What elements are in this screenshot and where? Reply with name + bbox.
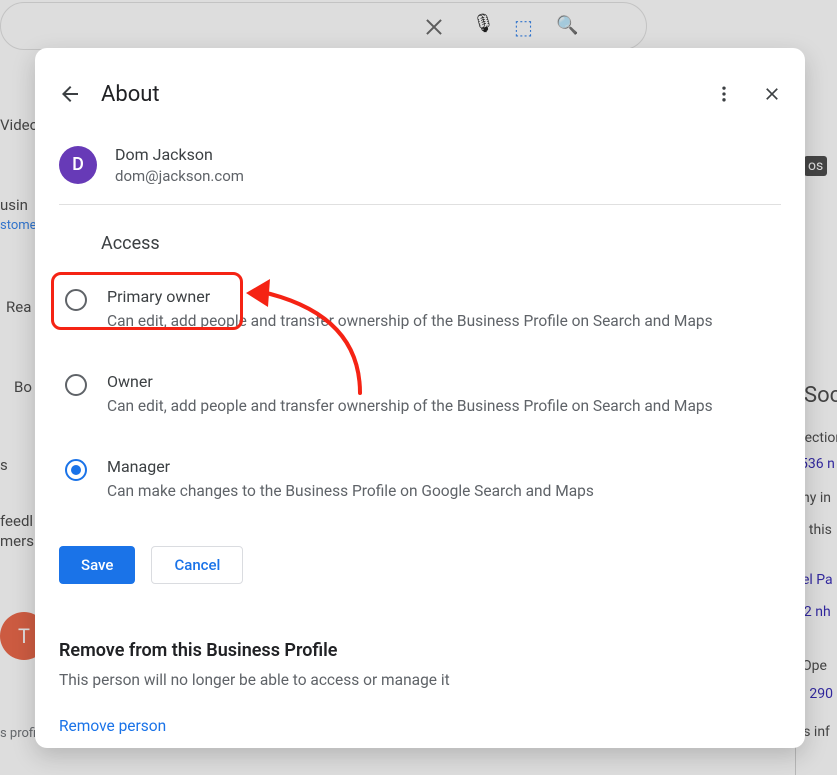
dialog-title: About — [101, 82, 160, 107]
access-option-manager[interactable]: Manager Can make changes to the Business… — [59, 432, 781, 517]
back-button[interactable] — [57, 81, 83, 107]
button-row: Save Cancel — [59, 516, 781, 584]
option-desc: Can make changes to the Business Profile… — [107, 480, 781, 502]
back-arrow-icon — [58, 82, 82, 106]
radio-primary-owner[interactable] — [65, 289, 87, 311]
close-icon — [762, 84, 782, 104]
user-row: D Dom Jackson dom@jackson.com — [59, 112, 781, 205]
save-button[interactable]: Save — [59, 546, 135, 584]
close-button[interactable] — [759, 81, 785, 107]
user-name: Dom Jackson — [115, 144, 244, 166]
option-desc: Can edit, add people and transfer owners… — [107, 310, 781, 332]
user-avatar: D — [59, 146, 97, 184]
access-option-primary-owner[interactable]: Primary owner Can edit, add people and t… — [59, 276, 781, 347]
remove-desc: This person will no longer be able to ac… — [59, 661, 781, 689]
remove-person-link[interactable]: Remove person — [59, 689, 166, 735]
option-title: Manager — [107, 456, 781, 478]
kebab-menu-icon — [714, 84, 734, 104]
option-title: Owner — [107, 371, 781, 393]
about-dialog: About D Dom Jackson dom@jackson.com Acce… — [35, 48, 805, 748]
dialog-header: About — [35, 76, 805, 112]
cancel-button[interactable]: Cancel — [151, 546, 243, 584]
access-option-owner[interactable]: Owner Can edit, add people and transfer … — [59, 347, 781, 432]
remove-section: Remove from this Business Profile This p… — [59, 584, 781, 735]
remove-title: Remove from this Business Profile — [59, 640, 781, 661]
radio-owner[interactable] — [65, 374, 87, 396]
option-title: Primary owner — [107, 286, 781, 308]
radio-manager[interactable] — [65, 459, 87, 481]
user-email: dom@jackson.com — [115, 166, 244, 186]
access-section-label: Access — [59, 205, 781, 276]
option-desc: Can edit, add people and transfer owners… — [107, 395, 781, 417]
more-options-button[interactable] — [711, 81, 737, 107]
